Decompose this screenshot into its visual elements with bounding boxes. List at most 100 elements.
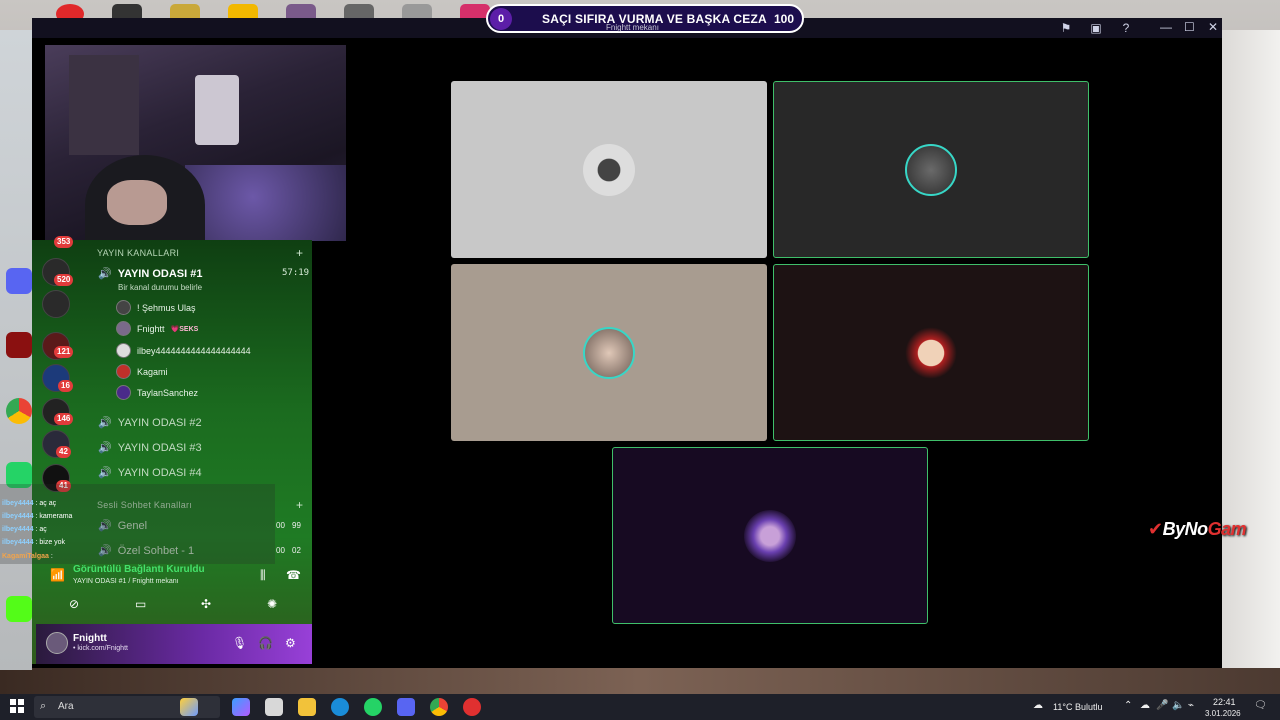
channel-limit: 02: [292, 546, 301, 555]
avatar[interactable]: [46, 632, 68, 654]
video-tile[interactable]: [773, 81, 1089, 258]
file-explorer-icon[interactable]: [298, 698, 316, 716]
voice-member[interactable]: ilbey4444444444444444444: [116, 343, 251, 358]
member-name: Kagami: [137, 366, 168, 377]
chrome-desktop-icon[interactable]: [6, 398, 32, 424]
voice-member[interactable]: ! Şehmus Ulaş: [116, 300, 196, 315]
add-channel-icon[interactable]: +: [296, 246, 303, 260]
copilot-sparkle-icon[interactable]: [180, 698, 198, 716]
video-tile[interactable]: [451, 264, 767, 441]
camera-off-icon[interactable]: ⊘: [69, 597, 79, 611]
server-badge: 146: [54, 413, 74, 425]
clock-date[interactable]: 3.01.2026: [1205, 709, 1241, 718]
channel-yayin-odasi-2[interactable]: 🔊 YAYIN ODASI #2: [98, 416, 202, 430]
channel-yayin-odasi-4[interactable]: 🔊 YAYIN ODASI #4: [98, 466, 202, 480]
voice-member[interactable]: Fnightt 💗SEKS: [116, 321, 198, 336]
disconnect-icon[interactable]: ☎: [286, 568, 301, 582]
screen-share-icon[interactable]: ▭: [135, 597, 146, 611]
settings-icon[interactable]: ⚙: [285, 636, 296, 650]
avatar: [744, 509, 796, 562]
flag-icon[interactable]: ⚑: [1059, 21, 1073, 35]
network-icon[interactable]: ⌁: [1188, 700, 1194, 711]
notification-icon[interactable]: 🗨: [1254, 700, 1267, 711]
close-button[interactable]: ✕: [1208, 20, 1218, 34]
chrome-icon[interactable]: [430, 698, 448, 716]
channel-yayin-odasi-1[interactable]: 🔊 YAYIN ODASI #1: [98, 267, 203, 281]
kick-desktop-icon[interactable]: [6, 596, 32, 622]
desktop-right-area: [1222, 30, 1280, 690]
chat-message: ilbey4444 : aç aç: [2, 500, 57, 507]
connection-signal-icon[interactable]: 📶: [50, 568, 65, 582]
channel-status[interactable]: Bir kanal durumu belirle: [118, 283, 202, 292]
channel-limit: 99: [292, 521, 301, 530]
server-badge: 520: [54, 274, 74, 286]
video-tile[interactable]: [612, 447, 928, 624]
webcam-overlay: [45, 45, 346, 241]
edge-icon[interactable]: [331, 698, 349, 716]
channel-count: 00: [276, 546, 285, 555]
channel-count: 00: [276, 521, 285, 530]
inbox-icon[interactable]: ▣: [1089, 21, 1103, 35]
help-icon[interactable]: ?: [1119, 21, 1133, 35]
store-icon[interactable]: [265, 698, 283, 716]
member-tag: 💗SEKS: [170, 325, 199, 333]
voice-channel-icon: 🔊: [98, 268, 112, 280]
add-channel-icon[interactable]: +: [296, 498, 303, 512]
avatar: [116, 300, 131, 315]
server-badge: 121: [54, 346, 74, 358]
channel-timer: 57:19: [282, 268, 310, 278]
activities-icon[interactable]: ✣: [201, 597, 211, 611]
avatar: [116, 321, 131, 336]
whatsapp-icon[interactable]: [364, 698, 382, 716]
cloud-icon[interactable]: ☁: [1140, 700, 1150, 711]
voice-status-subtitle[interactable]: YAYIN ODASI #1 / Fnightt mekanı: [73, 578, 179, 585]
voice-channel-icon: 🔊: [98, 417, 112, 429]
video-tile[interactable]: [451, 81, 767, 258]
chat-message: KagamiTalgaa :: [2, 553, 53, 560]
weather-text[interactable]: 11°C Bulutlu: [1053, 702, 1102, 712]
microphone-tray-icon[interactable]: 🎤: [1156, 700, 1168, 711]
speaker-icon[interactable]: 🔈: [1172, 700, 1184, 711]
copilot-icon[interactable]: [232, 698, 250, 716]
avatar: [583, 326, 635, 379]
chat-message: ilbey4444 : bize yok: [2, 539, 66, 546]
channel-label: YAYIN ODASI #1: [117, 267, 203, 280]
maximize-button[interactable]: ☐: [1184, 20, 1195, 34]
member-name: Fnightt: [137, 323, 165, 334]
discord-icon[interactable]: [397, 698, 415, 716]
clock-time[interactable]: 22:41: [1213, 697, 1236, 707]
weather-icon[interactable]: ☁: [1033, 700, 1043, 711]
user-name[interactable]: Fnightt: [73, 633, 107, 644]
app-icon[interactable]: [463, 698, 481, 716]
search-icon: ⌕: [40, 700, 47, 712]
section-header-stream[interactable]: YAYIN KANALLARI: [97, 248, 179, 258]
desktop-app-icon[interactable]: [6, 332, 32, 358]
server-badge: 353: [54, 236, 74, 248]
brand-logo: ✔ByNoGam: [1148, 519, 1247, 539]
minimize-button[interactable]: —: [1160, 20, 1172, 34]
avatar: [116, 385, 131, 400]
voice-member[interactable]: TaylanSanchez: [116, 385, 198, 400]
channel-yayin-odasi-3[interactable]: 🔊 YAYIN ODASI #3: [98, 441, 202, 455]
avatar: [905, 326, 957, 379]
server-icon[interactable]: [42, 290, 70, 318]
start-button[interactable]: [10, 699, 24, 713]
member-name: ilbey4444444444444444444: [137, 345, 251, 356]
voice-member[interactable]: Kagami: [116, 364, 168, 379]
avatar: [905, 143, 957, 196]
server-badge: 16: [58, 380, 73, 392]
chevron-up-icon[interactable]: ⌃: [1124, 700, 1132, 711]
avatar: [116, 364, 131, 379]
noise-suppression-icon[interactable]: ⫼: [260, 568, 266, 583]
voice-channel-icon: 🔊: [98, 467, 112, 479]
microphone-icon[interactable]: 🎙: [232, 636, 247, 650]
avatar: [583, 143, 635, 196]
soundboard-icon[interactable]: ✺: [267, 597, 277, 611]
discord-desktop-icon[interactable]: [6, 268, 32, 294]
chat-message: ilbey4444 : aç: [2, 526, 47, 533]
headphones-icon[interactable]: 🎧: [258, 636, 273, 650]
user-status: • kick.com/Fnightt: [73, 645, 128, 652]
server-name: Fnightt mekanı: [606, 23, 659, 32]
video-tile[interactable]: [773, 264, 1089, 441]
voice-status-title[interactable]: Görüntülü Bağlantı Kuruldu: [73, 564, 205, 575]
